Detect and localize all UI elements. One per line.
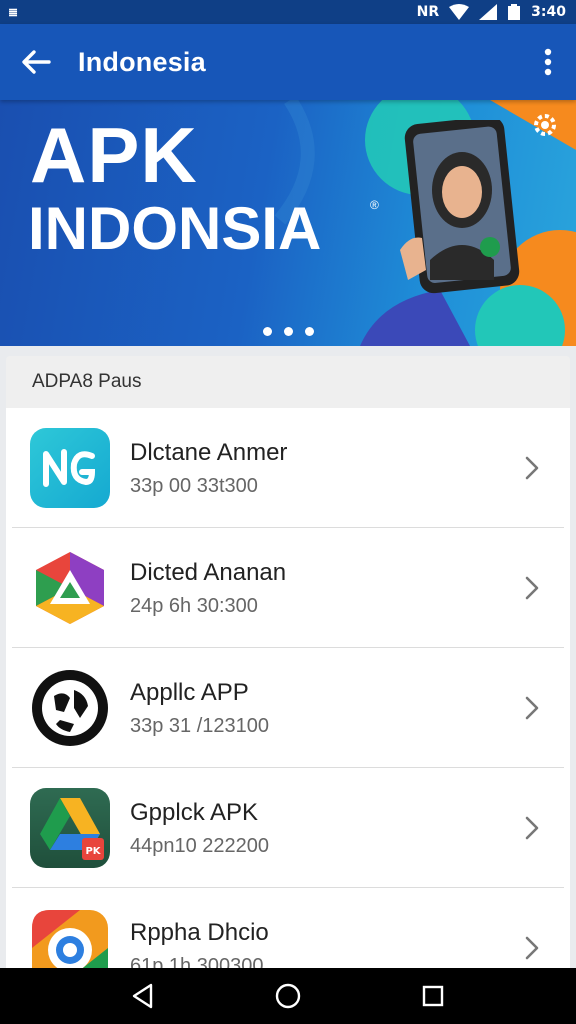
carousel-dot[interactable]	[262, 327, 272, 336]
phone-illustration	[400, 120, 520, 294]
app-meta: 33p 00 33t300	[130, 474, 258, 497]
app-meta: 61p 1h 300300	[130, 954, 264, 969]
status-icons: NR 3:40	[417, 4, 566, 20]
triangle-app-icon	[30, 548, 110, 628]
registered-mark: ®	[370, 198, 379, 212]
drive-app-icon: PK	[30, 788, 110, 868]
arrow-left-icon	[22, 50, 51, 74]
chevron-right-icon	[512, 575, 552, 601]
square-recents-icon	[423, 985, 444, 1007]
app-meta: 24p 6h 30:300	[130, 594, 258, 617]
app-bar: Indonesia	[0, 24, 576, 100]
cell-signal-icon	[479, 4, 498, 20]
chevron-right-icon	[512, 815, 552, 841]
app-list: Dlctane Anmer 33p 00 33t300 Dicted Anana…	[6, 408, 570, 968]
triangle-back-icon	[132, 983, 152, 1009]
page-title: Indonesia	[78, 46, 206, 77]
nav-home-button[interactable]	[263, 971, 313, 1021]
chevron-right-icon	[512, 695, 552, 721]
app-name: Dicted Ananan	[130, 558, 287, 586]
more-vert-icon	[544, 48, 552, 76]
status-bar: ≣ NR 3:40	[0, 0, 576, 24]
app-name: Dlctane Anmer	[130, 438, 288, 466]
clock: 3:40	[531, 4, 566, 20]
globe-app-icon	[30, 668, 110, 748]
nav-back-button[interactable]	[118, 971, 168, 1021]
notification-icon: ≣	[8, 5, 19, 19]
app-meta: 44pn10 222200	[130, 834, 270, 857]
wifi-icon	[449, 4, 470, 20]
nav-recents-button[interactable]	[408, 971, 458, 1021]
app-name: Gpplck APK	[130, 798, 259, 826]
promo-banner[interactable]: APK INDONSIA ®	[0, 100, 576, 346]
list-item[interactable]: Rppha Dhcio 61p 1h 300300	[6, 888, 570, 968]
gear-icon	[534, 114, 556, 136]
banner-headline-line1: APK	[30, 111, 198, 199]
section-header: ADPA8 Paus	[6, 356, 570, 408]
system-nav-bar	[0, 968, 576, 1024]
list-item[interactable]: PK Gpplck APK 44pn10 222200	[6, 768, 570, 888]
network-type-label: NR	[416, 4, 440, 20]
banner-headline-line2: INDONSIA	[28, 195, 322, 262]
app-name: Rppha Dhcio	[130, 918, 269, 946]
list-item[interactable]: Dicted Ananan 24p 6h 30:300	[6, 528, 570, 648]
camera-app-icon	[30, 908, 110, 968]
carousel-dot[interactable]	[304, 327, 314, 336]
back-button[interactable]	[10, 36, 62, 88]
list-item[interactable]: Dlctane Anmer 33p 00 33t300	[6, 408, 570, 528]
list-item[interactable]: Appllc APP 33p 31 /123100	[6, 648, 570, 768]
chevron-right-icon	[512, 455, 552, 481]
app-meta: 33p 31 /123100	[130, 714, 270, 737]
svg-text:PK: PK	[85, 846, 101, 857]
nc-app-icon	[30, 428, 110, 508]
carousel-indicator	[0, 327, 576, 336]
overflow-menu-button[interactable]	[528, 36, 568, 88]
circle-home-icon	[275, 983, 301, 1009]
carousel-dot[interactable]	[283, 327, 293, 336]
chevron-right-icon	[512, 935, 552, 961]
app-name: Appllc APP	[130, 678, 249, 706]
battery-icon	[508, 4, 521, 20]
